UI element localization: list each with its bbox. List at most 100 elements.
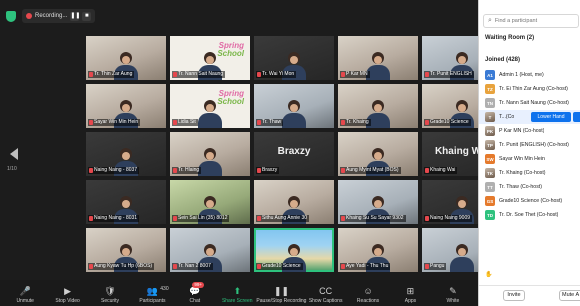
avatar: TN (485, 98, 495, 108)
participant-row[interactable]: GS Grade10 Science (Co-host) (479, 194, 580, 208)
pause-recording-icon[interactable]: ❚❚ (70, 11, 80, 21)
search-input[interactable] (494, 18, 575, 24)
tile-name-label: Grade10 Science (424, 119, 471, 126)
participant-face (290, 200, 298, 208)
tile-name-label: Sayar Win Min Hein (88, 119, 141, 126)
stop-video-label: Stop Video (55, 298, 80, 304)
reactions-button[interactable]: ☺ Reactions (347, 280, 389, 306)
video-tile[interactable]: Naing Naing - 8031 (86, 180, 166, 224)
participant-row[interactable]: TT Tr. Thaw (Co-host) (479, 180, 580, 194)
stop-video-button[interactable]: ▶ Stop Video (46, 280, 88, 306)
video-tile[interactable]: Spring School Lidia Sit (170, 84, 250, 128)
tile-name-text: Tr. Nan 2 8007 (178, 263, 211, 269)
stop-recording-icon[interactable]: ■ (82, 11, 92, 21)
mic-muted-icon (173, 168, 177, 173)
whiteboards-button[interactable]: ✎ White (432, 280, 474, 306)
mic-muted-icon (341, 216, 345, 221)
tile-name-text: Braxzy (262, 167, 278, 173)
pause-stop-recording-label: Pause/Stop Recording (256, 298, 307, 304)
tile-name-text: Aung Myint Myat (BOS) (346, 167, 399, 173)
avatar: TK (485, 168, 495, 178)
video-tile[interactable]: Braxzy Braxzy (254, 132, 334, 176)
tile-name-text: Pangu (430, 263, 445, 269)
video-tile[interactable]: P Kar MN (338, 36, 418, 80)
video-tile[interactable]: Tr. Nan 2 8007 (170, 228, 250, 272)
video-tile[interactable]: Aye Yadi - Thu Thu (338, 228, 418, 272)
mic-muted-icon (425, 72, 429, 77)
participant-body (198, 161, 222, 176)
tile-name-text: Lidia Sit (178, 119, 196, 125)
apps-button[interactable]: ⊞ Apps (389, 280, 431, 306)
joined-header[interactable]: Joined (428) (485, 57, 520, 63)
participant-row[interactable]: SW Sayar Win Min Hein (479, 152, 580, 166)
video-tile[interactable]: Spring School Tr. Nann Sait Naung (170, 36, 250, 80)
mic-muted-icon (89, 120, 93, 125)
participant-row[interactable]: TD Tr. Dr. Soe Thet (Co-host) (479, 208, 580, 222)
video-tile[interactable]: Sayar Win Min Hein (86, 84, 166, 128)
page-indicator: 1/10 (7, 166, 17, 172)
video-tile[interactable]: Aung Myint Myat (BOS) (338, 132, 418, 176)
participant-face (206, 200, 214, 208)
participant-face (374, 200, 382, 208)
apps-icon: ⊞ (406, 286, 415, 296)
video-tile[interactable]: Sithu Aung Annie 30 (254, 180, 334, 224)
video-tile[interactable]: Grade10 Science (254, 228, 334, 272)
mic-muted-icon (257, 216, 261, 221)
video-tile[interactable]: Tr. Thin Zar Aung (86, 36, 166, 80)
security-icon: 🛡 (104, 286, 116, 296)
invite-button[interactable]: Invite (503, 290, 525, 301)
participant-video (195, 98, 225, 128)
mic-muted-icon (173, 120, 177, 125)
tile-name-text: Tr. Thaw (262, 119, 282, 125)
participants-button[interactable]: 👥 430 Participants (131, 280, 173, 306)
participants-label: Participants (139, 298, 166, 304)
share-screen-button[interactable]: ⬆ Share Screen (216, 280, 258, 306)
more-options-button[interactable] (573, 112, 580, 122)
participant-name: Tr. Ei Thin Zar Aung (Co-host) (499, 86, 568, 92)
show-captions-button[interactable]: CC Show Captions (304, 280, 346, 306)
participant-face (290, 56, 298, 64)
participant-count: 430 (160, 286, 169, 292)
whiteboards-icon: ✎ (449, 286, 457, 296)
tile-name-text: Tr. Nann Sait Naung (178, 71, 224, 77)
waiting-room-header[interactable]: Waiting Room (2) (485, 35, 534, 41)
participant-row[interactable]: A1 Admin 1 (Host, me) (479, 68, 580, 82)
participant-row[interactable]: TN Tr. Nann Sait Naung (Co-host) (479, 96, 580, 110)
participant-face (458, 200, 466, 208)
security-button[interactable]: 🛡 Security (89, 280, 131, 306)
video-tile[interactable]: Khaing Su Su Sayar 9302 (338, 180, 418, 224)
participant-face (206, 152, 214, 160)
participant-name: Sayar Win Min Hein (499, 156, 545, 162)
participant-name: Admin 1 (Host, me) (499, 72, 544, 78)
participant-name: Tr. Thaw (Co-host) (499, 184, 542, 190)
video-tile[interactable]: Tr. Hlaing (170, 132, 250, 176)
tile-name-label: Aung Kyaw Tu Hp (6BOS) (88, 263, 155, 270)
participant-face (374, 248, 382, 256)
video-tile[interactable]: Naing Naing - 8037 (86, 132, 166, 176)
unmute-button[interactable]: 🎤 Unmute (4, 280, 46, 306)
video-tile[interactable]: Tr. Thaw (254, 84, 334, 128)
participant-row[interactable]: T T...(Co Lower Hand (479, 110, 580, 124)
participant-face (122, 104, 130, 112)
chat-button[interactable]: 💬 99+ Chat (174, 280, 216, 306)
participant-row[interactable]: TZ Tr. Ei Thin Zar Aung (Co-host) (479, 82, 580, 96)
mute-all-button[interactable]: Mute A (559, 290, 580, 301)
video-tile[interactable]: Tr. Khaing (338, 84, 418, 128)
mic-muted-icon (425, 168, 429, 173)
pause-stop-recording-button[interactable]: ❚❚ Pause/Stop Recording (256, 280, 307, 306)
video-tile[interactable]: Sein Sai Lin (35) 8012 (170, 180, 250, 224)
participant-name: Tr. Dr. Soe Thet (Co-host) (499, 212, 559, 218)
participant-row[interactable]: TK Tr. Khaing (Co-host) (479, 166, 580, 180)
participant-search[interactable]: ⌕ (483, 14, 579, 28)
mic-muted-icon (257, 72, 261, 77)
participant-list: A1 Admin 1 (Host, me) TZ Tr. Ei Thin Zar Au… (479, 68, 580, 222)
participant-row[interactable]: PK P Kar MN (Co-host) (479, 124, 580, 138)
tile-name-text: Aung Kyaw Tu Hp (6BOS) (94, 263, 153, 269)
lower-hand-button[interactable]: Lower Hand (531, 112, 571, 122)
tile-name-text: Sayar Win Min Hein (94, 119, 139, 125)
video-tile[interactable]: Tr. Wai Yi Mon (254, 36, 334, 80)
video-tile[interactable]: Aung Kyaw Tu Hp (6BOS) (86, 228, 166, 272)
previous-page-icon[interactable] (10, 148, 18, 160)
participant-name: T...(Co (499, 114, 515, 120)
participant-row[interactable]: TP Tr. Punit (ENGLISH) (Co-host) (479, 138, 580, 152)
